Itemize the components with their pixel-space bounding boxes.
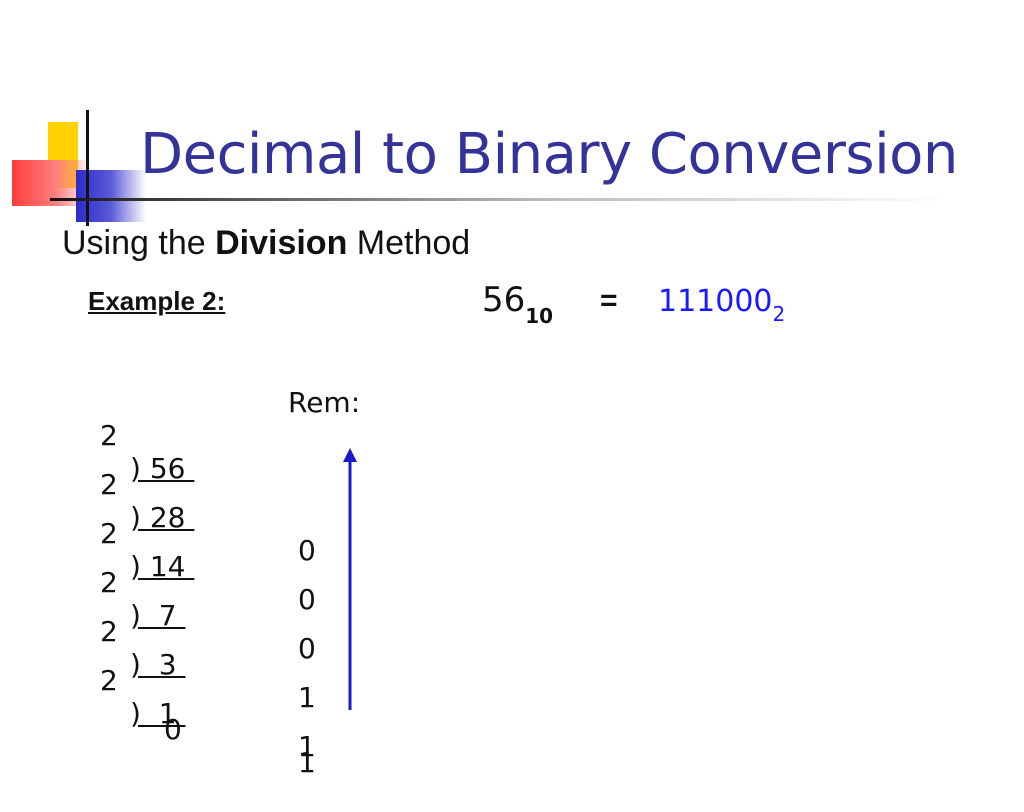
equation-decimal: 5610 <box>482 280 553 328</box>
slide: Decimal to Binary Conversion Using the D… <box>0 0 1024 779</box>
binary-value: 111000 <box>658 284 773 319</box>
divisor: 2 <box>100 419 118 452</box>
division-row: 2 ) 3 1 <box>0 582 316 714</box>
remainder: 0 <box>298 534 316 567</box>
slide-title: Decimal to Binary Conversion <box>140 122 958 187</box>
subtitle-bold: Division <box>215 224 348 262</box>
division-row: 2 ) 1 1 <box>0 631 316 763</box>
divisor: 2 <box>100 566 118 599</box>
decimal-value: 56 <box>482 280 526 320</box>
division-row: 2 ) 56 <box>0 386 185 485</box>
up-arrow-icon <box>343 448 357 710</box>
dividend: ) 56 <box>130 452 195 485</box>
dividend: ) 14 <box>130 550 195 583</box>
division-row: 2 ) 14 0 <box>0 484 316 616</box>
divisor: 2 <box>100 468 118 501</box>
final-remainder: 1 <box>298 746 316 779</box>
subtitle: Using the Division Method <box>62 224 470 263</box>
dividend: ) 3 <box>130 648 186 681</box>
vertical-rule-decoration <box>86 110 89 226</box>
division-row: 2 ) 28 0 <box>0 435 316 567</box>
subtitle-prefix: Using the <box>62 224 216 262</box>
remainder: 0 <box>298 632 316 665</box>
dividend: ) 7 <box>130 599 186 632</box>
subtitle-suffix: Method <box>347 224 471 262</box>
binary-base: 2 <box>772 302 786 326</box>
title-underline-rule <box>50 198 950 201</box>
final-row: 0 1 <box>0 680 316 779</box>
divisor: 2 <box>100 664 118 697</box>
divisor: 2 <box>100 517 118 550</box>
equals-sign: = <box>600 284 618 317</box>
equation-binary: 1110002 <box>658 284 785 326</box>
example-label: Example 2: <box>88 286 226 316</box>
decimal-base: 10 <box>525 304 554 328</box>
dividend: ) 28 <box>130 501 195 534</box>
remainder: 0 <box>298 583 316 616</box>
division-row: 2 ) 7 0 <box>0 533 316 665</box>
remainder-header: Rem: <box>288 386 361 419</box>
remainder: 1 <box>298 681 316 714</box>
final-quotient: 0 <box>164 713 182 746</box>
divisor: 2 <box>100 615 118 648</box>
